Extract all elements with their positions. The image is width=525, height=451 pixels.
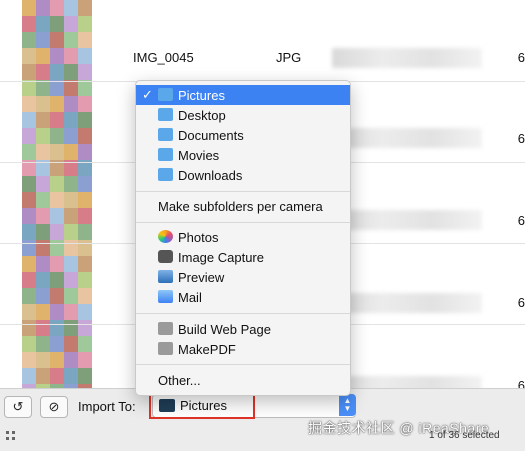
rotate-button[interactable]: ↺: [4, 396, 32, 418]
blurred-details: [332, 210, 482, 230]
table-row[interactable]: IMG_0045 JPG 6: [0, 0, 525, 82]
menu-item-photos[interactable]: Photos: [136, 227, 350, 247]
import-to-label: Import To:: [78, 399, 136, 414]
photos-app-icon: [158, 230, 173, 243]
menu-item-subfolders[interactable]: Make subfolders per camera: [136, 196, 350, 216]
menu-item-label: Downloads: [178, 168, 243, 183]
pictures-folder-icon: [158, 88, 173, 101]
menu-item-label: Other...: [158, 373, 201, 388]
menu-item-image-capture[interactable]: Image Capture: [136, 247, 350, 267]
menu-item-other[interactable]: Other...: [136, 370, 350, 390]
menu-item-movies[interactable]: Movies: [136, 145, 350, 165]
menu-item-desktop[interactable]: Desktop: [136, 105, 350, 125]
file-info: 6: [517, 213, 525, 228]
movies-folder-icon: [158, 148, 173, 161]
menu-item-label: Mail: [178, 290, 202, 305]
file-info: 6: [517, 50, 525, 65]
menu-separator: [136, 364, 350, 365]
menu-item-label: Image Capture: [178, 250, 264, 265]
menu-item-preview[interactable]: Preview: [136, 267, 350, 287]
grid-view-icon[interactable]: [6, 431, 16, 441]
menu-item-label: Photos: [178, 230, 219, 245]
menu-item-label: Movies: [178, 148, 220, 163]
file-info: 6: [517, 131, 525, 146]
delete-button[interactable]: ⊘: [40, 396, 68, 418]
blurred-details: [332, 128, 482, 148]
menu-item-label: Pictures: [178, 88, 225, 103]
checkmark-icon: ✓: [142, 87, 153, 102]
preview-app-icon: [158, 270, 173, 283]
rotate-icon: ↺: [12, 399, 24, 414]
import-toolbar: ↺ ⊘ Import To: Pictures ▲ ▼ 掘金技术社区 @ iRea…: [0, 388, 525, 451]
menu-separator: [136, 313, 350, 314]
file-info: 6: [517, 295, 525, 310]
blurred-details: [332, 293, 482, 313]
menu-separator: [136, 191, 350, 192]
menu-item-label: Desktop: [178, 108, 226, 123]
desktop-folder-icon: [158, 108, 173, 121]
downloads-folder-icon: [158, 168, 173, 181]
workflow-icon: [158, 342, 173, 355]
menu-item-mail[interactable]: Mail: [136, 287, 350, 307]
menu-item-documents[interactable]: Documents: [136, 125, 350, 145]
documents-folder-icon: [158, 128, 173, 141]
menu-item-makepdf[interactable]: MakePDF: [136, 339, 350, 359]
menu-item-label: Preview: [178, 270, 225, 285]
mail-app-icon: [158, 290, 173, 303]
image-capture-app-icon: [158, 250, 173, 263]
import-destination-menu: ✓ Pictures Desktop Documents Movies Down…: [135, 80, 351, 396]
menu-item-build-web-page[interactable]: Build Web Page: [136, 319, 350, 339]
blurred-details: [332, 48, 482, 68]
menu-item-pictures[interactable]: ✓ Pictures: [136, 85, 350, 105]
selection-count: 1 of 36 selected: [429, 430, 500, 441]
file-type: JPG: [276, 50, 302, 65]
chevron-updown-icon[interactable]: ▲ ▼: [339, 394, 356, 416]
menu-item-downloads[interactable]: Downloads: [136, 165, 350, 185]
menu-item-label: Documents: [178, 128, 244, 143]
workflow-icon: [158, 322, 173, 335]
menu-item-label: MakePDF: [178, 342, 236, 357]
delete-icon: ⊘: [48, 399, 60, 414]
menu-item-label: Build Web Page: [178, 322, 271, 337]
menu-separator: [136, 222, 350, 223]
menu-item-label: Make subfolders per camera: [158, 199, 323, 214]
file-name: IMG_0045: [133, 50, 194, 65]
